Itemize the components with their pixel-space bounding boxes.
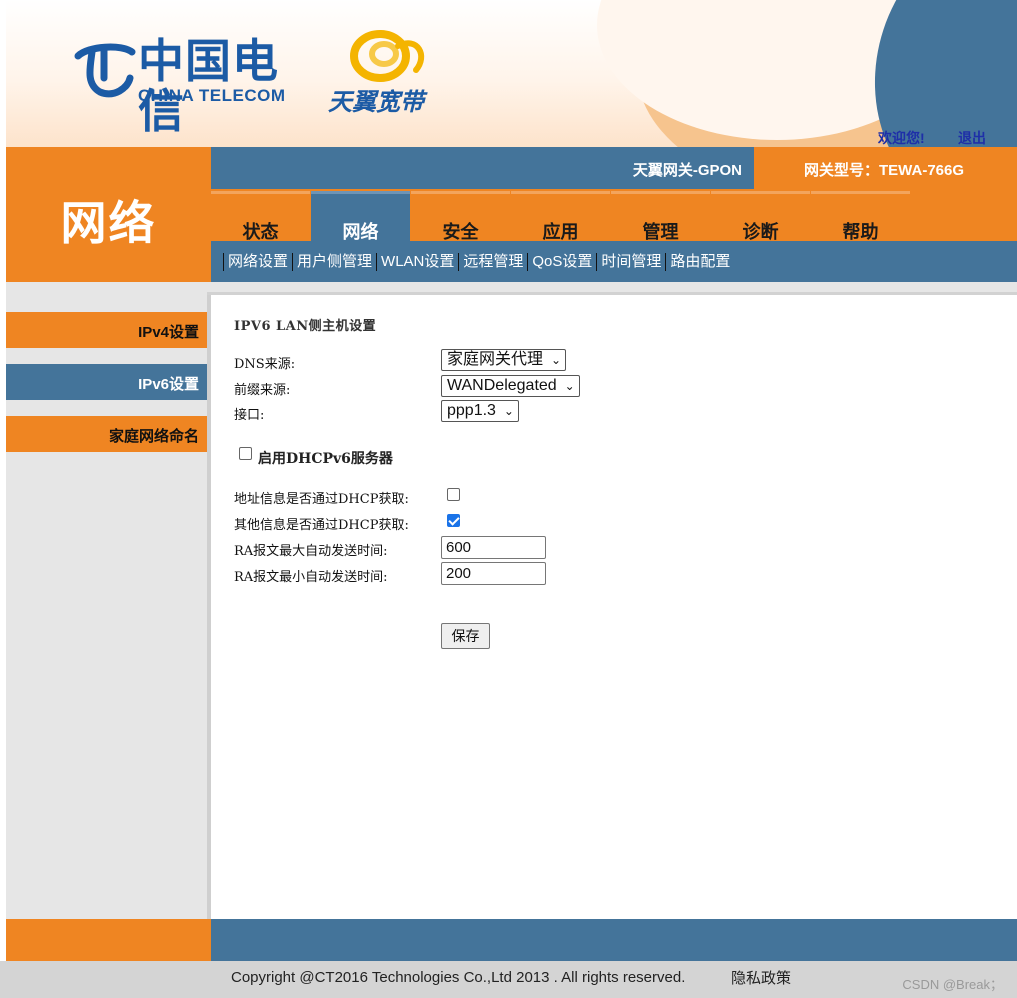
addr-via-dhcp-label: 地址信息是否通过DHCP获取: (234, 492, 409, 507)
tab-security[interactable]: 安全 (411, 191, 510, 242)
dns-source-select[interactable]: 家庭网关代理 ⌄ (441, 349, 567, 371)
prefix-source-select[interactable]: WANDelegated ⌄ (441, 375, 580, 397)
form-title: IPV6 LAN侧主机设置 (234, 319, 377, 334)
prefix-source-label: 前缀来源: (234, 383, 291, 398)
sub-navigation: 网络设置 用户侧管理 WLAN设置 远程管理 QoS设置 时间管理 路由配置 (211, 241, 1017, 282)
header-banner: 中国电信 CHINA TELECOM 天翼宽带 欢迎您! 退出 (6, 0, 1017, 147)
tab-diagnostics[interactable]: 诊断 (711, 191, 810, 242)
ra-min-input[interactable] (441, 562, 546, 585)
section-title: 网络 (60, 197, 157, 249)
sidebar-item-label: IPv6设置 (138, 376, 199, 393)
model-info-bar: 网关型号：TEWA-766G (754, 147, 1017, 189)
ipv6-lan-form: IPV6 LAN侧主机设置 DNS来源: 家庭网关代理 ⌄ 前缀来源: WAND… (211, 295, 1017, 919)
ra-min-label: RA报文最小自动发送时间: (234, 570, 388, 585)
subnav-item-wlan-settings[interactable]: WLAN设置 (376, 253, 458, 271)
logout-link[interactable]: 退出 (958, 128, 986, 147)
sidebar-item-ipv4[interactable]: IPv4设置 (6, 312, 211, 348)
tianyi-swirl-icon (350, 30, 425, 82)
tab-management[interactable]: 管理 (611, 191, 710, 242)
ra-max-input[interactable] (441, 536, 546, 559)
ra-max-label: RA报文最大自动发送时间: (234, 544, 388, 559)
separator-strip (6, 282, 1017, 292)
interface-select[interactable]: ppp1.3 ⌄ (441, 400, 519, 422)
sidebar-item-ipv6[interactable]: IPv6设置 (6, 364, 211, 400)
sidebar-item-label: 家庭网络命名 (108, 428, 199, 445)
subnav-item-qos-settings[interactable]: QoS设置 (527, 253, 596, 271)
enable-dhcpv6-label: 启用DHCPv6服务器 (258, 451, 393, 467)
subnav-item-routing-config[interactable]: 路由配置 (665, 253, 734, 271)
copyright-bar: Copyright @CT2016 Technologies Co.,Ltd 2… (0, 961, 1017, 998)
other-via-dhcp-label: 其他信息是否通过DHCP获取: (234, 518, 409, 533)
subnav-item-remote-management[interactable]: 远程管理 (458, 253, 527, 271)
privacy-policy-link[interactable]: 隐私政策 (731, 967, 791, 988)
router-admin-page: 中国电信 CHINA TELECOM 天翼宽带 欢迎您! 退出 网络 天翼网关-… (0, 0, 1017, 998)
chevron-down-icon: ⌄ (503, 404, 514, 418)
sidebar-item-home-network-naming[interactable]: 家庭网络命名 (6, 416, 211, 452)
welcome-text: 欢迎您! (878, 130, 925, 146)
tab-network[interactable]: 网络 (311, 191, 410, 242)
sidebar: IPv4设置 IPv6设置 家庭网络命名 (6, 292, 211, 919)
subnav-item-network-settings[interactable]: 网络设置 (223, 253, 292, 271)
brand-en-text: CHINA TELECOM (138, 86, 286, 105)
subnav-item-user-side-management[interactable]: 用户侧管理 (292, 253, 376, 271)
tianyi-broadband-logo: 天翼宽带 (328, 26, 438, 116)
dns-source-value: 家庭网关代理 (447, 351, 544, 368)
watermark-text: CSDN @Break； (902, 977, 1003, 992)
copyright-text: Copyright @CT2016 Technologies Co.,Ltd 2… (231, 969, 686, 986)
footer-blue-bar (211, 919, 1017, 961)
subnav-item-time-management[interactable]: 时间管理 (596, 253, 665, 271)
interface-label: 接口: (234, 408, 265, 423)
device-name: 天翼网关-GPON (632, 162, 742, 179)
enable-dhcpv6-checkbox[interactable] (239, 447, 252, 460)
other-via-dhcp-checkbox[interactable] (447, 514, 460, 527)
device-info-bar: 天翼网关-GPON (211, 147, 754, 189)
footer-orange-bar (6, 919, 211, 961)
product-logo-text: 天翼宽带 (328, 89, 424, 116)
prefix-source-value: WANDelegated (447, 377, 557, 394)
chevron-down-icon: ⌄ (550, 353, 562, 367)
device-model: 网关型号：TEWA-766G (804, 162, 965, 179)
china-telecom-mark-icon (74, 43, 136, 98)
addr-via-dhcp-checkbox[interactable] (447, 488, 460, 501)
tab-status[interactable]: 状态 (211, 191, 310, 242)
main-tabs: 状态 网络 安全 应用 管理 诊断 帮助 (211, 189, 1017, 242)
tab-applications[interactable]: 应用 (511, 191, 610, 242)
chevron-down-icon: ⌄ (564, 379, 575, 393)
sidebar-item-label: IPv4设置 (138, 324, 199, 341)
tab-help[interactable]: 帮助 (811, 191, 910, 242)
dns-source-label: DNS来源: (234, 357, 296, 372)
china-telecom-logo: 中国电信 CHINA TELECOM (74, 36, 294, 136)
section-title-block: 网络 (6, 147, 211, 282)
interface-value: ppp1.3 (447, 402, 496, 419)
save-button[interactable]: 保存 (441, 623, 490, 649)
